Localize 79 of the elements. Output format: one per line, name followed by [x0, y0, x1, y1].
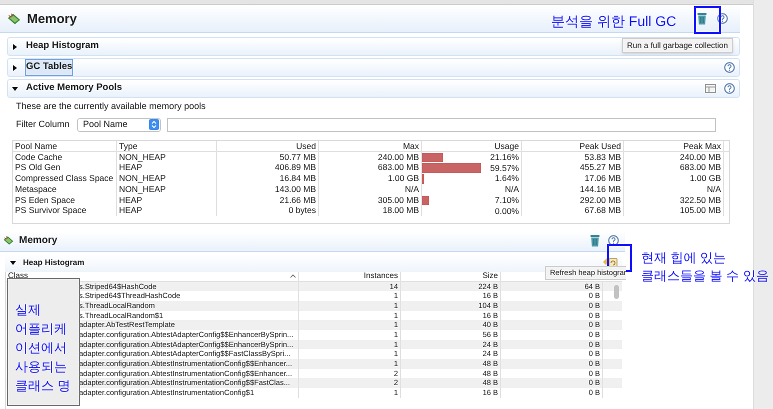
- expanded-triangle-icon[interactable]: [12, 86, 18, 92]
- column-header[interactable]: Peak Max: [624, 140, 724, 150]
- column-header[interactable]: Type: [117, 140, 217, 150]
- trash-icon[interactable]: [590, 234, 600, 247]
- help-icon[interactable]: [717, 13, 728, 24]
- table-cell: 21.16%: [490, 152, 519, 162]
- table-cell: 683.00 MB: [624, 162, 724, 174]
- filter-input-field[interactable]: [167, 118, 716, 132]
- section-header[interactable]: GC Tables: [7, 58, 740, 77]
- table-cell: NON_HEAP: [117, 184, 217, 195]
- table-cell: 50.77 MB: [217, 152, 319, 162]
- table-cell: NON_HEAP: [117, 152, 217, 162]
- table-cell: 240.00 MB: [624, 152, 724, 162]
- table-cell: 105.00 MB: [624, 205, 724, 216]
- table-cell: N/A: [624, 184, 724, 195]
- section-title: Active Memory Pools: [26, 81, 122, 96]
- table-cell: 144.16 MB: [522, 184, 624, 195]
- tooltip: Run a full garbage collection: [622, 38, 733, 53]
- table-cell: 0 bytes: [217, 205, 319, 216]
- column-header[interactable]: Peak Used: [522, 140, 624, 150]
- trash-icon[interactable]: [697, 12, 707, 25]
- annotation-text: 클래스들을 볼 수 있음: [641, 267, 769, 285]
- table-cell: PS Old Gen: [13, 162, 117, 174]
- description-text: These are the currently available memory pools: [15, 100, 207, 113]
- table-cell: Metaspace: [13, 184, 117, 195]
- sort-caret-icon: [290, 274, 296, 278]
- table-cell: N/A: [319, 184, 422, 195]
- table-cell: 16.84 MB: [217, 173, 319, 184]
- table-cell: 18.00 MB: [319, 205, 422, 216]
- filter-label: Filter Column: [16, 118, 71, 131]
- collapsed-triangle-icon[interactable]: [12, 64, 18, 70]
- collapsed-triangle-icon[interactable]: [12, 44, 18, 50]
- table-cell: 0.00%: [494, 206, 519, 216]
- table-cell: HEAP: [117, 194, 217, 206]
- annotation-text: 분석을 위한 Full GC: [551, 12, 676, 31]
- section-title: Heap Histogram: [23, 256, 84, 268]
- table-cell: HEAP: [117, 205, 217, 216]
- section-title: Heap Histogram: [26, 39, 99, 54]
- table-cell: 59.57%: [490, 162, 519, 173]
- column-header[interactable]: Usage: [422, 140, 522, 150]
- table-cell: 143.00 MB: [217, 184, 319, 195]
- table-cell: NON_HEAP: [117, 173, 217, 184]
- stepper-icon: [149, 119, 159, 130]
- memory-chip-icon: [7, 12, 21, 26]
- table-cell: 67.68 MB: [522, 205, 624, 216]
- table-cell: 455.27 MB: [522, 162, 624, 174]
- table-cell: 1.00 GB: [624, 173, 724, 184]
- table-cell: 292.00 MB: [522, 194, 624, 206]
- column-header[interactable]: Size: [401, 272, 501, 280]
- highlight-frame: [694, 6, 721, 34]
- memory-chip-icon: [3, 235, 14, 246]
- table-cell: PS Eden Space: [13, 194, 117, 206]
- scrollbar-thumb[interactable]: [614, 284, 619, 298]
- panel-title: Memory: [27, 10, 77, 28]
- expanded-triangle-icon[interactable]: [10, 260, 16, 266]
- help-icon[interactable]: [724, 62, 735, 73]
- table-cell: PS Survivor Space: [13, 205, 117, 216]
- annotation-text: 현재 힙에 있는: [641, 249, 728, 267]
- section-header[interactable]: Active Memory Pools: [7, 79, 740, 98]
- table-cell: 1.64%: [494, 173, 519, 184]
- table-cell: 406.89 MB: [217, 162, 319, 174]
- table-icon[interactable]: [705, 84, 716, 93]
- filter-column-select[interactable]: Pool Name: [77, 118, 161, 132]
- section-title: GC Tables: [26, 60, 72, 75]
- table-cell: N/A: [504, 184, 519, 194]
- panel-title: Memory: [19, 234, 58, 248]
- column-header[interactable]: Instances: [299, 272, 401, 280]
- table-cell: Code Cache: [13, 152, 117, 162]
- column-header[interactable]: Max: [319, 140, 422, 150]
- column-header[interactable]: Used: [217, 140, 319, 150]
- table-cell: 322.50 MB: [624, 194, 724, 206]
- table-cell: 17.06 MB: [522, 173, 624, 184]
- column-header[interactable]: Pool Name: [13, 140, 117, 150]
- help-icon[interactable]: [724, 83, 735, 94]
- table-cell: 53.83 MB: [522, 152, 624, 162]
- table-cell: 7.10%: [494, 195, 519, 206]
- table-cell: Compressed Class Space: [13, 173, 117, 184]
- table-cell: 21.66 MB: [217, 194, 319, 206]
- table-cell: HEAP: [117, 162, 217, 174]
